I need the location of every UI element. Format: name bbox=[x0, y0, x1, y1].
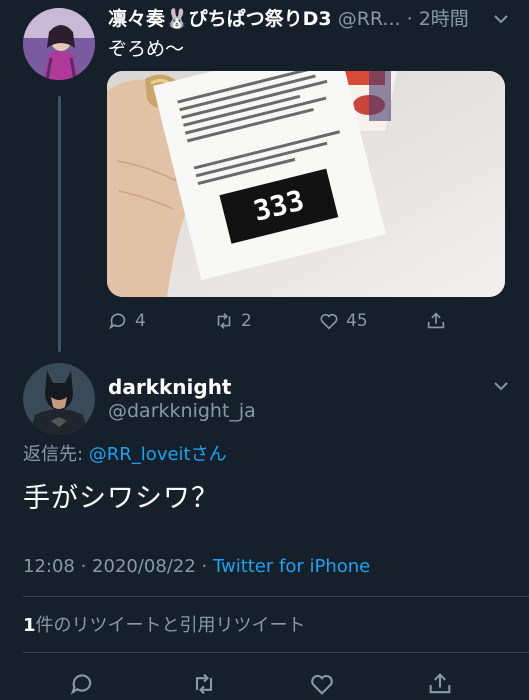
reply-count: 4 bbox=[135, 311, 146, 331]
share-icon bbox=[427, 312, 445, 329]
avatar-image bbox=[23, 8, 95, 80]
retweet-count: 2 bbox=[241, 311, 252, 331]
retweet-button[interactable]: 2 bbox=[213, 308, 252, 334]
tweet-meta: 12:08 · 2020/08/22 · Twitter for iPhone bbox=[23, 555, 370, 579]
reply-mention-link[interactable]: @RR_loveit bbox=[89, 444, 191, 465]
reply-button[interactable]: 4 bbox=[107, 308, 146, 334]
photo-receipt-hand: 333 bbox=[107, 71, 505, 297]
reply-prefix: 返信先: bbox=[23, 444, 89, 465]
tweet-text: 手がシワシワ？ bbox=[23, 483, 219, 514]
client-link[interactable]: Twitter for iPhone bbox=[213, 556, 370, 577]
divider bbox=[23, 596, 529, 597]
chevron-down-icon[interactable] bbox=[492, 377, 510, 395]
retweet-icon bbox=[217, 313, 231, 329]
avatar-image bbox=[23, 363, 95, 435]
heart-icon[interactable] bbox=[308, 670, 336, 698]
reply-suffix: さん bbox=[190, 444, 227, 465]
tweet-actions: 4 2 45 bbox=[107, 308, 467, 334]
retweet-summary[interactable]: 1件のリツイートと引用リツイート bbox=[23, 614, 306, 638]
thread-connector-line bbox=[58, 96, 61, 352]
share-button[interactable] bbox=[425, 308, 447, 334]
reply-icon[interactable] bbox=[68, 670, 96, 698]
replying-to: 返信先: @RR_loveitさん bbox=[23, 443, 227, 467]
reply-icon bbox=[109, 313, 126, 330]
like-button[interactable]: 45 bbox=[318, 308, 368, 334]
avatar[interactable] bbox=[23, 8, 95, 80]
user-handle[interactable]: @darkknight_ja bbox=[108, 399, 256, 423]
chevron-down-icon[interactable] bbox=[492, 10, 510, 28]
retweet-icon[interactable] bbox=[190, 670, 218, 698]
retweet-total: 1 bbox=[23, 615, 36, 636]
display-name[interactable]: 凛々奏🐰ぴちぱつ祭りD3 bbox=[108, 8, 332, 30]
display-name[interactable]: darkknight bbox=[108, 375, 232, 399]
retweet-summary-label: 件のリツイートと引用リツイート bbox=[35, 615, 306, 636]
tweet-timestamp[interactable]: 12:08 · 2020/08/22 · bbox=[23, 556, 213, 577]
tweet-text: ぞろめ〜 bbox=[108, 38, 185, 60]
tweet-media-photo[interactable]: 333 bbox=[107, 71, 505, 297]
share-icon[interactable] bbox=[426, 670, 454, 698]
user-handle[interactable]: @RR... bbox=[338, 8, 401, 30]
heart-icon bbox=[320, 313, 338, 330]
tweet-action-bar bbox=[0, 668, 529, 700]
avatar[interactable] bbox=[23, 363, 95, 435]
like-count: 45 bbox=[346, 311, 368, 331]
tweet-time[interactable]: · 2時間 bbox=[407, 8, 469, 30]
divider bbox=[23, 652, 529, 653]
tweet-header: 凛々奏🐰ぴちぱつ祭りD3 @RR... · 2時間 bbox=[108, 7, 518, 31]
